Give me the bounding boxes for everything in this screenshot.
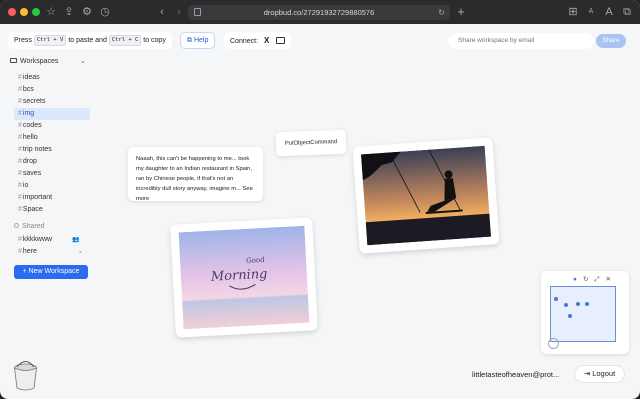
members-icon: 👥	[72, 237, 80, 243]
x-icon[interactable]: X	[264, 32, 269, 49]
close-icon[interactable]: ✕	[606, 276, 611, 283]
logout-icon: ⇥	[583, 369, 591, 378]
star-icon[interactable]: ☆	[44, 5, 58, 19]
command-note-card[interactable]: PutObjectCommand	[275, 129, 347, 157]
bucket-icon[interactable]	[12, 358, 39, 391]
note-text: Naaah, this can't be happening to me... …	[136, 156, 253, 192]
channel-label: kkkkwww	[22, 236, 53, 243]
channel-label: bcs	[22, 86, 34, 93]
copy-shortcut: Ctrl + C	[108, 35, 142, 46]
member-icon: ⚬	[78, 250, 84, 256]
expand-icon[interactable]: ⤢	[594, 276, 599, 283]
channel-label: img	[22, 110, 35, 117]
app-window: ☆ ⇪ ⚙ ◷ ‹ › dropbud.co/27291932729880576…	[0, 0, 640, 399]
chevron-down-icon[interactable]: ⌄	[80, 57, 86, 65]
channel-label: io	[22, 182, 29, 189]
user-email: littletasteofheaven@prot...	[472, 370, 560, 379]
text-smaller-icon[interactable]: A	[584, 5, 598, 19]
minimap-item	[554, 297, 558, 301]
locate-icon[interactable]: ●	[573, 276, 577, 283]
extensions-icon[interactable]: ⊞	[566, 5, 580, 19]
globe-icon	[14, 223, 19, 228]
shared-label: Shared	[22, 223, 45, 230]
history-icon[interactable]: ◷	[98, 5, 112, 19]
workspaces-header[interactable]: Workspaces	[10, 58, 58, 65]
channel-io[interactable]: #io	[14, 180, 90, 192]
back-icon[interactable]: ‹	[155, 5, 169, 19]
minimize-window-button[interactable]	[20, 8, 28, 16]
channel-label: trip notes	[22, 146, 52, 153]
channel-label: hello	[22, 134, 38, 141]
logout-button[interactable]: ⇥ Logout	[574, 365, 625, 383]
connect-label: Connect:	[230, 38, 259, 45]
new-tab-icon[interactable]: +	[454, 5, 468, 19]
channel-label: ideas	[22, 74, 40, 81]
minimap-item	[568, 314, 572, 318]
url-text: dropbud.co/27291932729880576	[263, 8, 375, 17]
gear-icon[interactable]: ⚙	[80, 5, 94, 19]
help-icon: ⧉	[187, 37, 192, 44]
morning-text: Morning	[210, 267, 268, 285]
close-window-button[interactable]	[8, 8, 16, 16]
text-larger-icon[interactable]: A	[602, 5, 616, 19]
swing-sunset-image	[360, 145, 492, 246]
video-icon[interactable]	[276, 37, 286, 44]
refresh-icon[interactable]: ↻	[583, 276, 588, 283]
minimap-tools: ● ↻ ⤢ ✕	[573, 275, 617, 284]
text-note-card[interactable]: Naaah, this can't be happening to me... …	[128, 147, 263, 202]
good-morning-image: Good Morning	[178, 225, 310, 330]
minimap[interactable]: ● ↻ ⤢ ✕	[541, 271, 629, 354]
minimap-item	[564, 303, 568, 307]
browser-chrome: ☆ ⇪ ⚙ ◷ ‹ › dropbud.co/27291932729880576…	[0, 0, 640, 24]
channel-important[interactable]: #important	[14, 192, 90, 204]
new-workspace-button[interactable]: + New Workspace	[14, 265, 88, 279]
minimap-item	[585, 302, 589, 306]
hint-end-text: to copy	[143, 37, 166, 44]
channel-hello[interactable]: #hello	[14, 132, 90, 144]
channel-trip-notes[interactable]: #trip notes	[14, 144, 90, 156]
address-bar[interactable]: dropbud.co/27291932729880576 ↻	[188, 5, 450, 20]
channel-label: drop	[22, 158, 37, 165]
channel-codes[interactable]: #codes	[14, 120, 90, 132]
connect-bar: Connect: X	[224, 32, 292, 49]
hint-mid-text: to paste and	[68, 37, 107, 44]
channel-label: important	[22, 194, 53, 201]
tab-overview-icon[interactable]: ⧉	[620, 5, 634, 19]
share-button[interactable]: Share	[596, 34, 626, 48]
channel-secrets[interactable]: #secrets	[14, 96, 90, 108]
crosshair-icon[interactable]	[548, 338, 559, 349]
shared-header: Shared	[14, 223, 45, 230]
channel-img[interactable]: #img	[14, 108, 90, 120]
reload-icon[interactable]: ↻	[438, 5, 445, 20]
channel-label: saves	[22, 170, 42, 177]
logout-label: Logout	[592, 369, 616, 378]
channel-space[interactable]: #Space	[14, 204, 90, 216]
channel-label: secrets	[22, 98, 46, 105]
paste-shortcut: Ctrl + V	[33, 35, 67, 46]
channel-ideas[interactable]: #ideas	[14, 72, 90, 84]
forward-icon[interactable]: ›	[172, 5, 186, 19]
paste-hint: Press Ctrl + V to paste and Ctrl + C to …	[8, 32, 172, 49]
maximize-window-button[interactable]	[32, 8, 40, 16]
hint-press-text: Press	[14, 37, 32, 44]
workspaces-label: Workspaces	[20, 58, 59, 65]
help-button[interactable]: ⧉ Help	[180, 32, 216, 49]
folder-icon	[10, 58, 17, 63]
good-morning-photo-card[interactable]: Good Morning	[170, 217, 318, 338]
minimap-viewport[interactable]	[550, 286, 616, 342]
swing-sunset-photo-card[interactable]	[352, 137, 500, 254]
help-label: Help	[193, 37, 209, 44]
share-email-input[interactable]	[448, 33, 594, 49]
channel-drop[interactable]: #drop	[14, 156, 90, 168]
good-text: Good	[246, 256, 265, 265]
channel-bcs[interactable]: #bcs	[14, 84, 90, 96]
channel-label: here	[22, 248, 37, 255]
channel-saves[interactable]: #saves	[14, 168, 90, 180]
channel-label: codes	[22, 122, 42, 129]
channel-label: Space	[22, 206, 43, 213]
share-icon[interactable]: ⇪	[62, 5, 76, 19]
minimap-item	[576, 302, 580, 306]
